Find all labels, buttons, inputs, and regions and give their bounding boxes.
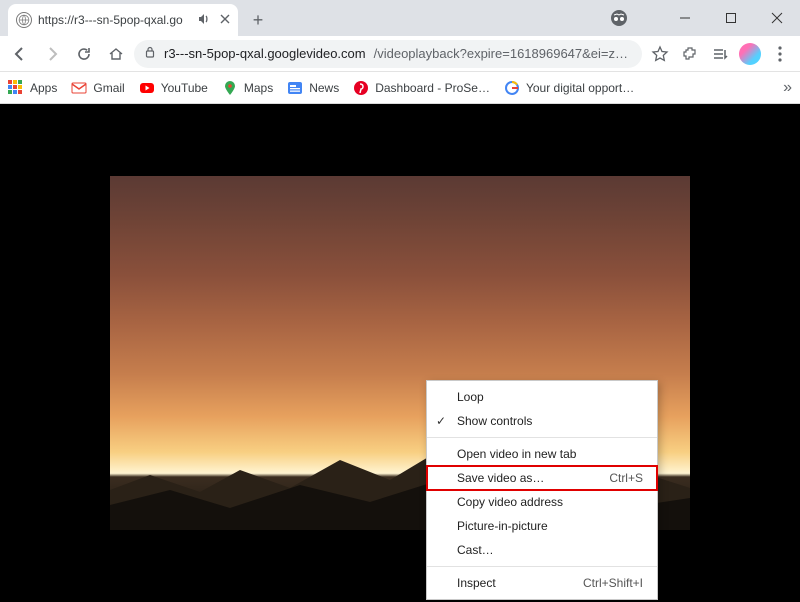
lock-icon bbox=[144, 46, 156, 61]
extensions-icon[interactable] bbox=[676, 40, 704, 68]
bookmark-label: YouTube bbox=[161, 81, 208, 95]
apps-grid-icon bbox=[8, 80, 24, 96]
check-icon: ✓ bbox=[436, 414, 446, 428]
ctx-show-controls[interactable]: ✓ Show controls bbox=[427, 409, 657, 433]
ctx-inspect[interactable]: Inspect Ctrl+Shift+I bbox=[427, 571, 657, 595]
tab-close-icon[interactable] bbox=[220, 13, 230, 27]
bookmarks-overflow-icon[interactable]: » bbox=[783, 79, 792, 97]
ctx-picture-in-picture[interactable]: Picture-in-picture bbox=[427, 514, 657, 538]
bookmark-gmail[interactable]: Gmail bbox=[71, 80, 124, 96]
globe-icon bbox=[16, 12, 32, 28]
nav-back-button[interactable] bbox=[6, 40, 34, 68]
nav-reload-button[interactable] bbox=[70, 40, 98, 68]
address-bar[interactable]: r3---sn-5pop-qxal.googlevideo.com/videop… bbox=[134, 40, 642, 68]
video-context-menu: Loop ✓ Show controls Open video in new t… bbox=[426, 380, 658, 600]
bookmark-maps[interactable]: Maps bbox=[222, 80, 273, 96]
ctx-item-label: Loop bbox=[457, 390, 484, 404]
browser-tab[interactable]: https://r3---sn-5pop-qxal.go bbox=[8, 4, 238, 36]
menu-separator bbox=[427, 566, 657, 567]
url-path: /videoplayback?expire=1618969647&ei=z… bbox=[374, 46, 628, 61]
bookmark-label: Your digital opport… bbox=[526, 81, 634, 95]
pinterest-icon bbox=[353, 80, 369, 96]
bookmark-label: Maps bbox=[244, 81, 273, 95]
bookmark-dashboard[interactable]: Dashboard - ProSe… bbox=[353, 80, 490, 96]
news-icon bbox=[287, 80, 303, 96]
bookmark-label: Dashboard - ProSe… bbox=[375, 81, 490, 95]
bookmark-digital-opport[interactable]: Your digital opport… bbox=[504, 80, 634, 96]
nav-home-button[interactable] bbox=[102, 40, 130, 68]
ctx-item-label: Inspect bbox=[457, 576, 496, 590]
youtube-icon bbox=[139, 80, 155, 96]
ctx-loop[interactable]: Loop bbox=[427, 385, 657, 409]
chrome-menu-icon[interactable] bbox=[766, 40, 794, 68]
ctx-item-label: Open video in new tab bbox=[457, 447, 576, 461]
bookmark-label: Gmail bbox=[93, 81, 124, 95]
bookmark-youtube[interactable]: YouTube bbox=[139, 80, 208, 96]
new-tab-button[interactable]: + bbox=[244, 6, 272, 34]
tab-audio-icon[interactable] bbox=[196, 11, 212, 30]
ctx-cast[interactable]: Cast… bbox=[427, 538, 657, 562]
url-host: r3---sn-5pop-qxal.googlevideo.com bbox=[164, 46, 366, 61]
maps-icon bbox=[222, 80, 238, 96]
browser-titlebar: https://r3---sn-5pop-qxal.go + bbox=[0, 0, 800, 36]
ctx-item-label: Save video as… bbox=[457, 471, 544, 485]
ctx-item-label: Cast… bbox=[457, 543, 494, 557]
bookmark-label: News bbox=[309, 81, 339, 95]
ctx-item-label: Copy video address bbox=[457, 495, 563, 509]
ctx-open-new-tab[interactable]: Open video in new tab bbox=[427, 442, 657, 466]
window-minimize-button[interactable] bbox=[662, 0, 708, 36]
ctx-item-label: Show controls bbox=[457, 414, 532, 428]
profile-avatar[interactable] bbox=[736, 40, 764, 68]
bookmark-star-icon[interactable] bbox=[646, 40, 674, 68]
bookmark-label: Apps bbox=[30, 81, 57, 95]
incognito-icon bbox=[596, 0, 642, 36]
ctx-item-label: Picture-in-picture bbox=[457, 519, 548, 533]
page-content: Loop ✓ Show controls Open video in new t… bbox=[0, 104, 800, 602]
google-g-icon bbox=[504, 80, 520, 96]
reading-list-icon[interactable] bbox=[706, 40, 734, 68]
bookmark-apps[interactable]: Apps bbox=[8, 80, 57, 96]
window-maximize-button[interactable] bbox=[708, 0, 754, 36]
menu-separator bbox=[427, 437, 657, 438]
tab-title: https://r3---sn-5pop-qxal.go bbox=[38, 13, 190, 27]
ctx-copy-video-address[interactable]: Copy video address bbox=[427, 490, 657, 514]
bookmarks-bar: Apps Gmail YouTube Maps News Dashboard -… bbox=[0, 72, 800, 104]
nav-forward-button[interactable] bbox=[38, 40, 66, 68]
browser-toolbar: r3---sn-5pop-qxal.googlevideo.com/videop… bbox=[0, 36, 800, 72]
gmail-icon bbox=[71, 80, 87, 96]
ctx-item-shortcut: Ctrl+S bbox=[609, 471, 643, 485]
window-close-button[interactable] bbox=[754, 0, 800, 36]
bookmark-news[interactable]: News bbox=[287, 80, 339, 96]
ctx-item-shortcut: Ctrl+Shift+I bbox=[583, 576, 643, 590]
ctx-save-video-as[interactable]: Save video as… Ctrl+S bbox=[427, 466, 657, 490]
